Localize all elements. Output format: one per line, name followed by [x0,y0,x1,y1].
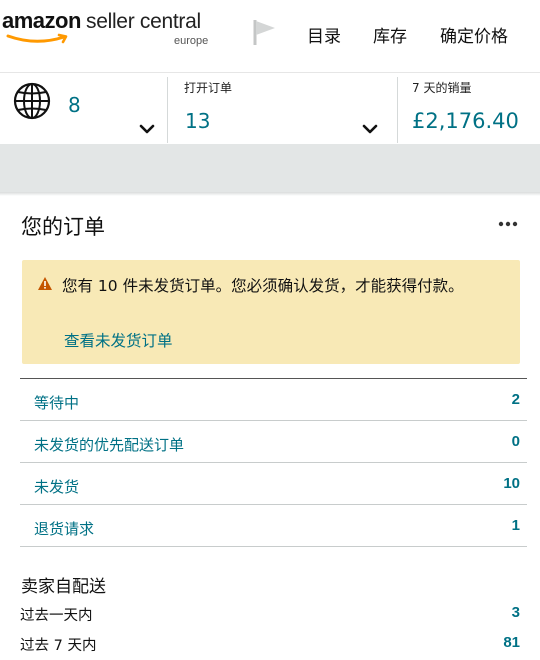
amazon-seller-central-logo[interactable]: amazon seller central europe [2,8,222,54]
band-shadow [0,192,540,196]
row-count: 2 [511,391,520,408]
marketplace-count: 8 [68,93,81,117]
row-label: 未发货 [34,478,80,496]
alert-message: 您有 10 件未发货订单。您必须确认发货，才能获得付款。 [62,277,464,295]
nav-catalog[interactable]: 目录 [307,22,341,47]
row-label: 未发货的优先配送订单 [34,436,185,454]
order-status-row[interactable]: 未发货的优先配送订单 0 [20,421,527,463]
order-status-row[interactable]: 未发货 10 [20,463,527,505]
page-band [0,144,540,192]
view-unshipped-link[interactable]: 查看未发货订单 [64,329,173,351]
period-row[interactable]: 过去 7 天内 81 [20,634,527,658]
orders-card-title: 您的订单 [21,215,105,239]
row-count: 1 [511,517,520,534]
globe-icon [13,82,51,120]
stats-bar: 8 打开订单 13 7 天的销量 £2,176.40 [0,72,540,144]
flag-icon[interactable] [252,18,278,46]
seller-fulfilled-title: 卖家自配送 [21,577,106,597]
sales-7d-label: 7 天的销量 [412,81,472,95]
amazon-smile-icon [6,33,68,44]
warning-icon [38,277,52,290]
top-header: amazon seller central europe 目录 库存 确定价格 [0,0,540,72]
open-orders-label: 打开订单 [184,81,233,95]
row-label: 退货请求 [34,520,95,538]
row-count: 10 [503,475,520,492]
nav-pricing[interactable]: 确定价格 [440,22,508,47]
nav-inventory[interactable]: 库存 [373,22,407,47]
period-count: 3 [511,604,520,621]
open-orders-value[interactable]: 13 [185,109,210,133]
order-status-row[interactable]: 退货请求 1 [20,505,527,547]
period-count: 81 [503,634,520,651]
logo-product: seller central [86,10,201,33]
period-label: 过去 7 天内 [20,638,97,654]
logo-region: europe [174,35,209,47]
stat-divider [397,77,398,143]
chevron-down-icon[interactable] [361,123,379,135]
period-label: 过去一天内 [20,608,93,624]
row-count: 0 [511,433,520,450]
more-icon[interactable] [496,214,520,234]
unshipped-alert: 您有 10 件未发货订单。您必须确认发货，才能获得付款。 查看未发货订单 [22,260,520,364]
period-row[interactable]: 过去一天内 3 [20,604,527,628]
sales-7d-value[interactable]: £2,176.40 [412,109,519,133]
order-status-row[interactable]: 等待中 2 [20,379,527,421]
chevron-down-icon[interactable] [138,123,156,135]
logo-brand: amazon [2,8,81,33]
stat-divider [167,77,168,143]
row-label: 等待中 [34,394,80,412]
